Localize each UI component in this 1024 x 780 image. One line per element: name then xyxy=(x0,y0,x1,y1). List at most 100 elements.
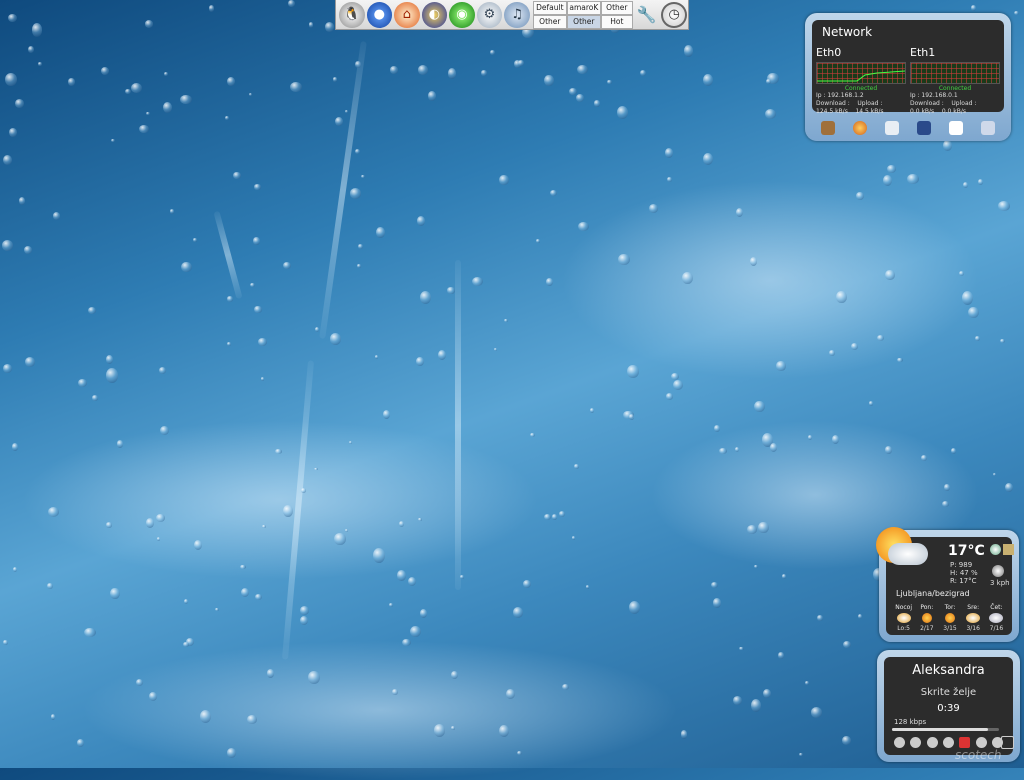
raindrop xyxy=(225,116,229,121)
pager-desktop[interactable]: amaroK xyxy=(566,0,601,15)
day-range: Lo:5 xyxy=(897,625,910,632)
music-icon[interactable]: ♫ xyxy=(504,1,530,28)
realfeel: R: 17°C xyxy=(950,577,977,585)
wind-speed: 3 kph xyxy=(990,579,1010,587)
dock-computer-icon[interactable] xyxy=(981,121,995,135)
globe-icon[interactable] xyxy=(990,544,1001,555)
sun-icon xyxy=(921,613,932,623)
day-name: Pon: xyxy=(920,604,934,611)
pager-desktop[interactable]: Other xyxy=(600,0,633,15)
day-range: 3/15 xyxy=(943,625,957,632)
download-label: Download : xyxy=(816,100,850,107)
raindrop xyxy=(274,449,282,455)
raindrop xyxy=(857,614,862,620)
partly-cloudy-icon xyxy=(966,613,981,623)
raindrop xyxy=(390,66,399,74)
raindrop xyxy=(208,5,215,12)
raindrop xyxy=(27,46,34,54)
pager-desktop-active[interactable]: Other xyxy=(566,14,601,29)
raindrop xyxy=(754,400,765,412)
weather-panel: 17°C P: 989 H: 47 % R: 17°C 3 kph Ljublj… xyxy=(876,527,1014,635)
raindrop xyxy=(667,176,673,183)
raindrop xyxy=(703,153,714,165)
raindrop xyxy=(829,349,835,356)
raindrop xyxy=(962,290,974,305)
raindrop xyxy=(841,735,852,745)
raindrop xyxy=(882,174,892,186)
raindrop xyxy=(105,355,113,364)
settings-icon[interactable]: ⚙ xyxy=(476,1,503,28)
raindrop xyxy=(146,111,150,116)
stop-icon[interactable] xyxy=(959,737,971,748)
raindrop xyxy=(702,74,714,87)
next-icon[interactable] xyxy=(975,737,987,748)
dock-firefox-icon[interactable] xyxy=(853,121,867,135)
resize-handle-icon[interactable] xyxy=(1001,736,1014,749)
raindrop xyxy=(545,278,553,287)
dock-network-icon[interactable] xyxy=(917,121,931,135)
dock-document-icon[interactable] xyxy=(949,121,963,135)
raindrop xyxy=(333,77,338,82)
tux-icon[interactable]: 🐧 xyxy=(339,1,365,28)
pause-icon[interactable] xyxy=(942,737,954,748)
raindrop xyxy=(683,45,694,58)
raindrop xyxy=(561,684,569,691)
dock-drive-icon[interactable] xyxy=(885,121,899,135)
raindrop xyxy=(427,91,436,102)
raindrop xyxy=(447,287,455,294)
eth1-upload: 0.0 kB/s xyxy=(941,108,967,115)
green-globe-icon[interactable]: ◉ xyxy=(449,1,475,28)
network-panel: Network Eth0 Connected Ip : 192.168.1.2 … xyxy=(812,20,1004,115)
raindrop xyxy=(77,378,87,388)
previous-icon[interactable] xyxy=(910,737,922,748)
eth1-ip: Ip : 192.168.0.1 xyxy=(910,92,958,99)
rain-streak xyxy=(455,260,461,590)
pager-desktop[interactable]: Other xyxy=(532,14,567,29)
raindrop xyxy=(183,641,189,647)
wrench-icon[interactable]: 🔧 xyxy=(634,2,660,28)
music-player-widget: Aleksandra Skrite želje 0:39 128 kbps xyxy=(877,650,1020,762)
raindrop xyxy=(334,532,346,546)
raindrop xyxy=(512,606,524,618)
raindrop xyxy=(240,587,250,598)
eject-icon[interactable] xyxy=(894,737,905,748)
raindrop xyxy=(91,394,99,401)
raindrop xyxy=(576,64,588,75)
pager-desktop[interactable]: Hot xyxy=(600,14,633,29)
raindrop xyxy=(360,175,365,179)
play-icon[interactable] xyxy=(926,737,938,748)
raindrop xyxy=(116,440,124,448)
raindrop xyxy=(781,573,787,579)
raindrop xyxy=(144,20,154,28)
map-icon[interactable] xyxy=(1003,544,1014,555)
raindrop xyxy=(299,615,308,626)
raindrop xyxy=(301,487,306,493)
raindrop xyxy=(586,585,590,589)
clock-icon[interactable]: ◷ xyxy=(661,1,687,28)
raindrop xyxy=(951,448,956,454)
home-icon[interactable]: ⌂ xyxy=(394,1,420,28)
raindrop xyxy=(1,239,14,252)
desktop-pager: Default amaroK Other Other Other Hot xyxy=(532,0,633,29)
raindrop xyxy=(799,753,803,757)
raindrop xyxy=(543,514,551,521)
raindrop xyxy=(227,342,232,346)
raindrop xyxy=(494,348,498,351)
raindrop xyxy=(24,245,33,254)
dock-box-icon[interactable] xyxy=(821,121,835,135)
kontact-icon[interactable]: ◐ xyxy=(421,1,448,28)
globe-icon[interactable]: ● xyxy=(366,1,393,28)
raindrop xyxy=(254,305,262,314)
raindrop xyxy=(37,62,43,66)
raindrop xyxy=(163,72,168,76)
track-progress[interactable] xyxy=(892,728,999,731)
raindrop xyxy=(7,13,17,22)
raindrop xyxy=(324,22,335,32)
raindrop xyxy=(750,698,761,713)
humidity: H: 47 % xyxy=(950,569,978,577)
pager-desktop[interactable]: Default xyxy=(532,0,567,15)
raindrop xyxy=(664,147,674,158)
raindrop xyxy=(810,707,823,718)
weather-widget: 17°C P: 989 H: 47 % R: 17°C 3 kph Ljublj… xyxy=(876,527,1019,642)
raindrop xyxy=(3,639,8,646)
